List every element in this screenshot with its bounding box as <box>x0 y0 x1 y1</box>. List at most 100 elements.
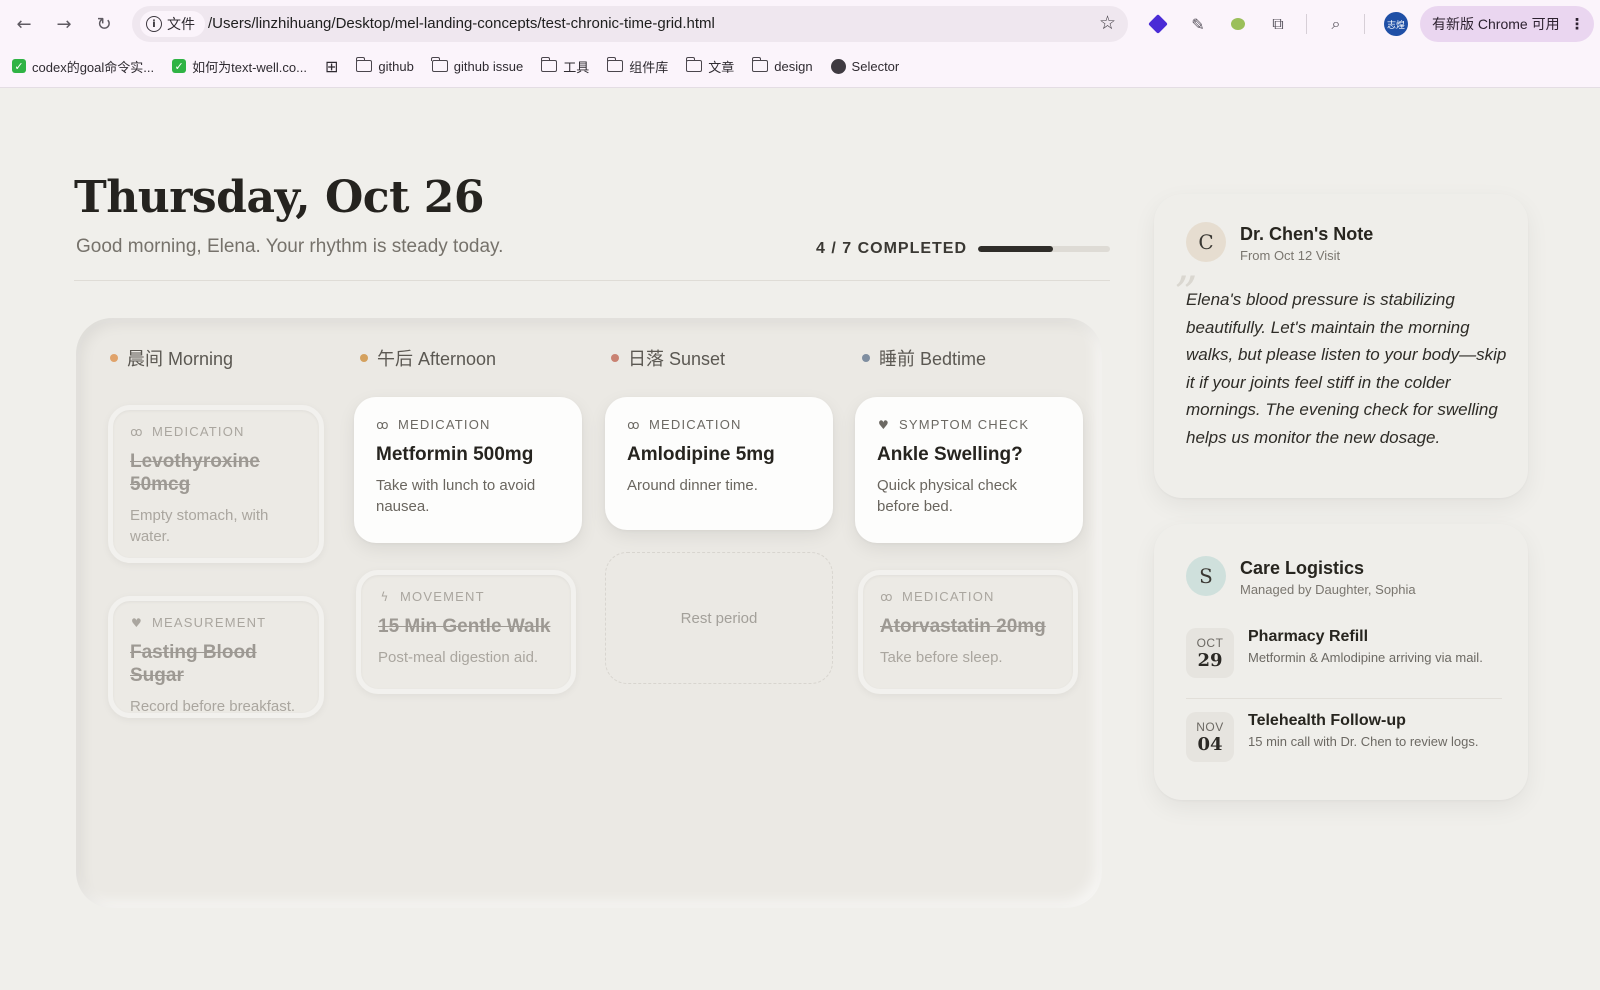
tab-search-icon[interactable]: ⌕ <box>1324 12 1348 36</box>
update-label: 有新版 Chrome 可用 <box>1432 16 1560 32</box>
folder-icon <box>606 57 624 72</box>
bookmark-item[interactable]: ✓ 如何为text-well.co... <box>172 57 307 76</box>
pill-icon: ꝏ <box>130 424 144 439</box>
reload-icon[interactable]: ↻ <box>90 10 118 38</box>
folder-icon <box>431 57 448 72</box>
bookmark-item[interactable]: Selector <box>830 58 899 74</box>
card-description: Record before breakfast. <box>130 697 296 715</box>
column-dot <box>611 354 619 362</box>
checkbox-icon: ✓ <box>172 59 187 73</box>
card-title: Ankle Swelling? <box>877 444 1023 465</box>
column-label: 晨间 Morning <box>127 349 234 369</box>
grid-icon: ⊞ <box>324 56 339 76</box>
task-card-metformin[interactable]: ꝏ MEDICATION Metformin 500mg Take with lu… <box>354 397 582 543</box>
bookmark-label: design <box>774 58 813 74</box>
column-header-afternoon: 午后 Afternoon <box>360 345 496 371</box>
logistics-item-telehealth[interactable]: NOV 04 Telehealth Follow-up 15 min call … <box>1186 712 1502 774</box>
toolbar-divider <box>1306 14 1307 34</box>
task-card-gentle-walk[interactable]: ϟ MOVEMENT 15 Min Gentle Walk Post-meal d… <box>356 570 576 694</box>
browser-chrome: ← → ↻ i 文件 /Users/linzhihuang/Desktop/me… <box>0 0 1600 88</box>
task-card-atorvastatin[interactable]: ꝏ MEDICATION Atorvastatin 20mg Take befor… <box>858 570 1078 694</box>
card-title: 15 Min Gentle Walk <box>378 616 551 637</box>
bookmark-label: codex的goal命令实... <box>32 59 155 75</box>
more-menu-icon[interactable]: ⋮ <box>1570 15 1585 33</box>
page-title: Thursday, Oct 26 <box>74 172 484 223</box>
progress-fill <box>978 246 1054 252</box>
card-category: ꝏ MEDICATION <box>627 417 811 432</box>
doctor-note-subtitle: From Oct 12 Visit <box>1240 248 1341 263</box>
column-header-morning: 晨间 Morning <box>110 345 233 371</box>
bookmark-folder[interactable]: 组件库 <box>606 57 669 76</box>
card-title: Amlodipine 5mg <box>627 444 775 465</box>
care-logistics-title: Care Logistics <box>1240 558 1365 578</box>
logistics-title: Telehealth Follow-up <box>1248 712 1406 729</box>
task-card-amlodipine[interactable]: ꝏ MEDICATION Amlodipine 5mg Around dinner… <box>605 397 833 530</box>
apps-grid-button[interactable]: ⊞ <box>325 57 338 76</box>
card-category: ꝏ MEDICATION <box>376 417 560 432</box>
chrome-update-button[interactable]: 有新版 Chrome 可用 ⋮ <box>1420 6 1594 42</box>
column-dot <box>360 354 368 362</box>
checkbox-icon: ✓ <box>12 59 26 73</box>
card-category-label: MEDICATION <box>902 589 995 604</box>
back-icon[interactable]: ← <box>10 10 38 38</box>
rest-period-slot: Rest period <box>605 552 833 684</box>
date-badge: OCT 29 <box>1186 628 1234 678</box>
bookmark-star-icon[interactable]: ☆ <box>1099 12 1116 34</box>
progress-bar <box>978 246 1110 252</box>
folder-icon <box>540 57 558 72</box>
extension-quill-icon[interactable]: ✎ <box>1186 12 1210 36</box>
logistics-description: 15 min call with Dr. Chen to review logs… <box>1248 734 1479 749</box>
address-bar[interactable]: i 文件 /Users/linzhihuang/Desktop/mel-land… <box>132 6 1128 42</box>
bookmark-label: github issue <box>453 58 524 74</box>
card-category: ϟ MOVEMENT <box>378 589 554 604</box>
logistics-divider <box>1186 698 1502 699</box>
card-description: Post-meal digestion aid. <box>378 648 539 666</box>
column-dot <box>862 354 870 362</box>
task-card-levothyroxine[interactable]: ꝏ MEDICATION Levothyroxine 50mcg Empty st… <box>108 405 324 563</box>
bookmark-folder[interactable]: github issue <box>431 57 524 74</box>
bookmark-label: 如何为text-well.co... <box>192 59 307 75</box>
logistics-description: Metformin & Amlodipine arriving via mail… <box>1248 650 1483 665</box>
site-info-chip[interactable]: i 文件 <box>140 11 205 37</box>
greeting-text: Good morning, Elena. Your rhythm is stea… <box>76 236 504 257</box>
column-label: 午后 Afternoon <box>377 349 497 369</box>
forward-icon[interactable]: → <box>50 10 78 38</box>
card-title: Atorvastatin 20mg <box>880 616 1046 637</box>
url-text[interactable]: /Users/linzhihuang/Desktop/mel-landing-c… <box>208 15 715 32</box>
column-label: 睡前 Bedtime <box>879 349 987 369</box>
bookmark-item[interactable]: ✓ codex的goal命令实... <box>12 57 154 76</box>
pill-icon: ꝏ <box>376 417 390 432</box>
folder-icon <box>355 57 373 72</box>
bookmark-label: 工具 <box>563 59 590 75</box>
bookmark-label: 文章 <box>708 59 735 75</box>
folder-icon <box>685 57 703 72</box>
card-category-label: MOVEMENT <box>400 589 485 604</box>
card-category-label: MEASUREMENT <box>152 615 267 630</box>
bookmark-folder[interactable]: 文章 <box>685 57 735 76</box>
logistics-title: Pharmacy Refill <box>1248 628 1369 645</box>
pill-icon: ꝏ <box>627 417 641 432</box>
task-card-fasting-blood-sugar[interactable]: ♥ MEASUREMENT Fasting Blood Sugar Record … <box>108 596 324 718</box>
bookmark-label: 组件库 <box>629 59 669 75</box>
browser-toolbar: ← → ↻ i 文件 /Users/linzhihuang/Desktop/me… <box>0 0 1600 48</box>
logistics-item-pharmacy-refill[interactable]: OCT 29 Pharmacy Refill Metformin & Amlod… <box>1186 628 1502 690</box>
bookmark-label: github <box>378 58 414 74</box>
card-title: Levothyroxine 50mcg <box>130 451 260 495</box>
bookmark-folder[interactable]: 工具 <box>540 57 590 76</box>
doctor-note-text: Elena's blood pressure is stabilizing be… <box>1186 290 1507 447</box>
date-day: 04 <box>1197 733 1223 755</box>
profile-avatar[interactable]: 志煌 <box>1384 12 1408 36</box>
care-logistics-subtitle: Managed by Daughter, Sophia <box>1240 582 1416 597</box>
extensions-puzzle-icon[interactable]: ⧉ <box>1266 12 1290 36</box>
pill-icon: ꝏ <box>880 589 894 604</box>
doctor-avatar: C <box>1186 222 1226 262</box>
card-description: Empty stomach, with water. <box>130 506 269 545</box>
heart-icon: ♥ <box>131 615 143 630</box>
card-title: Fasting Blood Sugar <box>130 642 257 686</box>
extension-frog-icon[interactable] <box>1226 12 1250 36</box>
task-card-ankle-swelling[interactable]: ♥ SYMPTOM CHECK Ankle Swelling? Quick phy… <box>855 397 1083 543</box>
lightning-icon: ϟ <box>380 589 390 604</box>
bookmark-folder[interactable]: github <box>355 57 414 74</box>
extension-diamond-icon[interactable] <box>1146 12 1170 36</box>
bookmark-folder[interactable]: design <box>751 57 813 74</box>
